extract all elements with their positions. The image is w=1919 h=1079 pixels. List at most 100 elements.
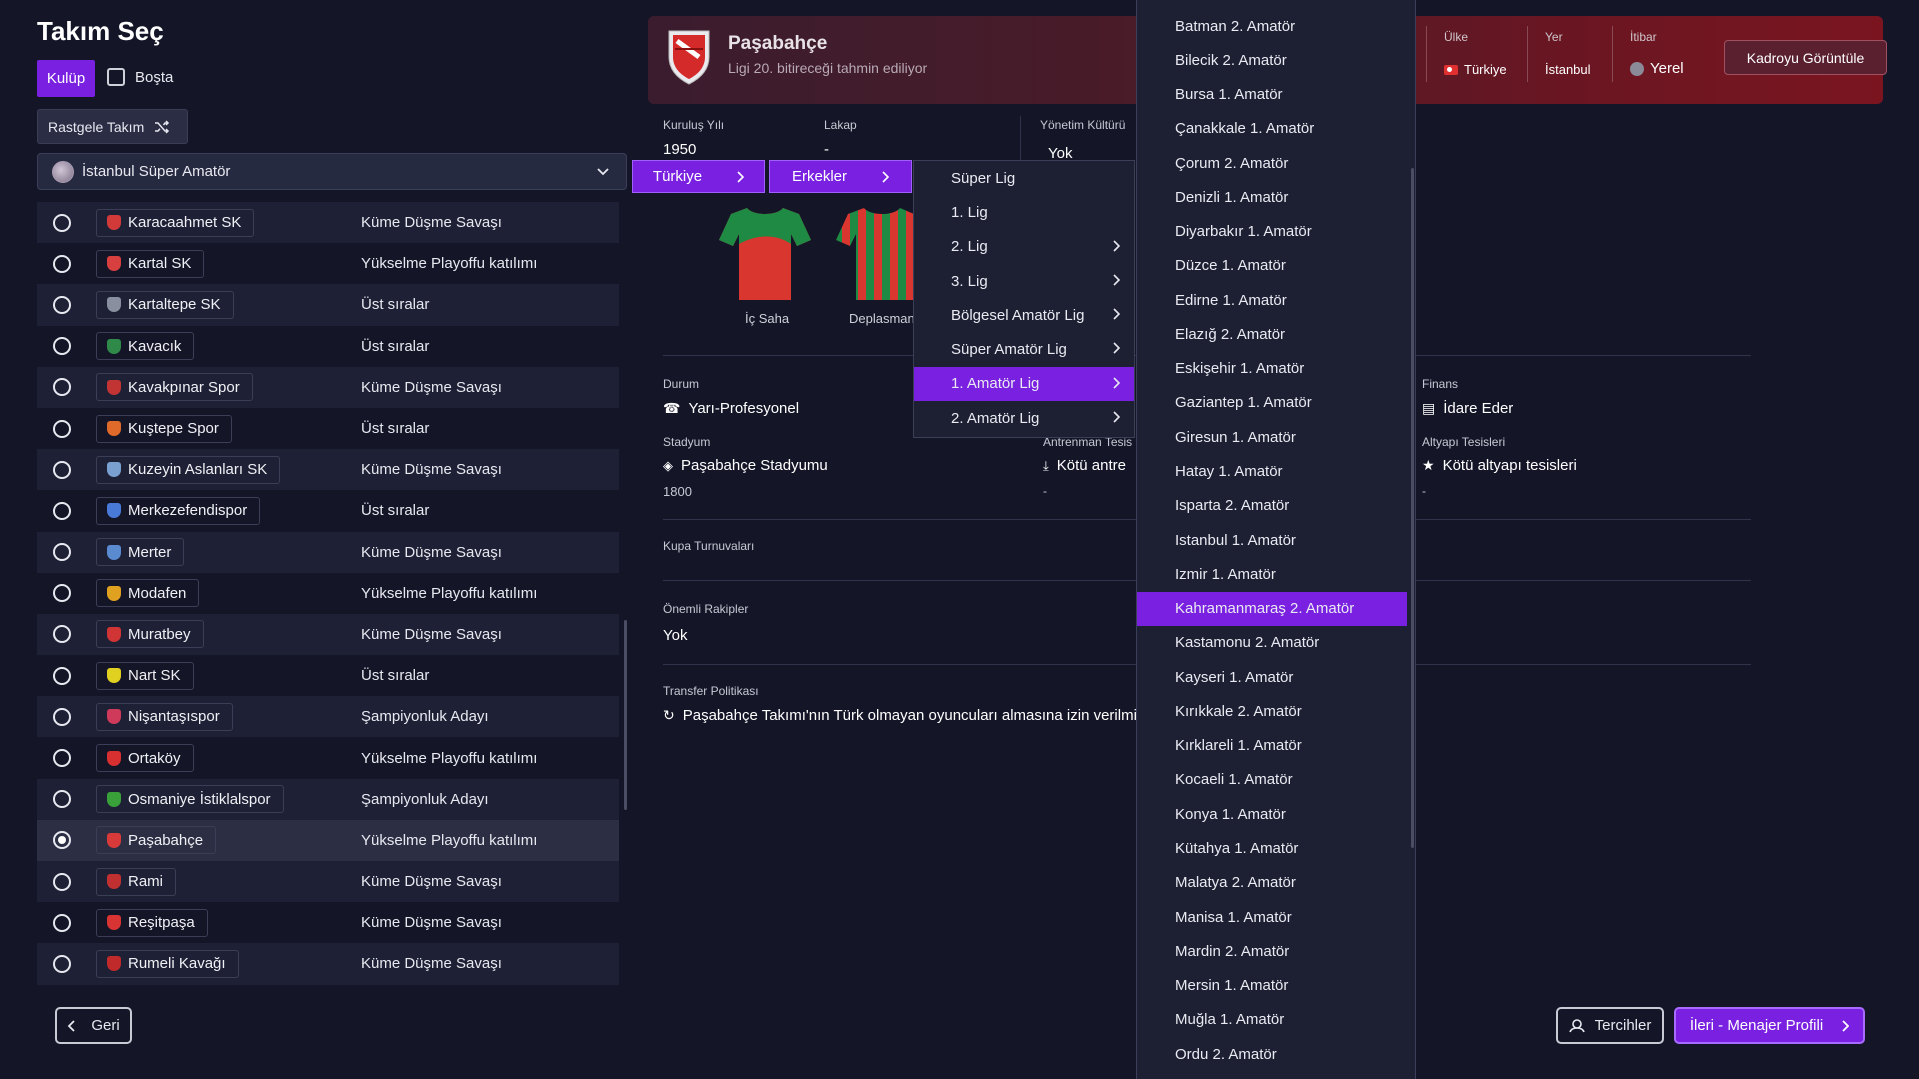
menu-item[interactable]: Bilecik 2. Amatör [1137, 43, 1407, 77]
menu-item[interactable]: Düzce 1. Amatör [1137, 249, 1407, 283]
radio-button[interactable] [53, 378, 71, 397]
menu-item[interactable]: Kastamonu 2. Amatör [1137, 626, 1407, 660]
menu-item[interactable]: 2. Amatör Lig [914, 401, 1134, 435]
menu-item[interactable]: Isparta 2. Amatör [1137, 489, 1407, 523]
menu-item[interactable]: Mersin 1. Amatör [1137, 969, 1407, 1003]
tab-club[interactable]: Kulüp [37, 60, 95, 97]
team-row[interactable]: Kavacık Üst sıralar [37, 326, 619, 367]
menu-item[interactable]: Izmir 1. Amatör [1137, 557, 1407, 591]
menu-item[interactable]: Çorum 2. Amatör [1137, 146, 1407, 180]
radio-button[interactable] [53, 790, 71, 809]
radio-button[interactable] [53, 831, 71, 850]
view-squad-button[interactable]: Kadroyu Görüntüle [1724, 40, 1887, 75]
team-row[interactable]: Reşitpaşa Küme Düşme Savaşı [37, 902, 619, 943]
team-name-chip[interactable]: Merkezefendispor [96, 496, 261, 525]
team-name-chip[interactable]: Nart SK [96, 661, 194, 690]
back-button[interactable]: Geri [55, 1007, 132, 1044]
gender-dropdown[interactable]: Erkekler [769, 160, 912, 193]
league-menu-scrollbar[interactable] [1411, 168, 1414, 848]
menu-item[interactable]: Hatay 1. Amatör [1137, 455, 1407, 489]
team-row[interactable]: Kartal SK Yükselme Playoffu katılımı [37, 243, 619, 284]
radio-button[interactable] [53, 213, 71, 232]
menu-item[interactable]: Konya 1. Amatör [1137, 797, 1407, 831]
radio-button[interactable] [53, 254, 71, 273]
menu-item[interactable]: Kütahya 1. Amatör [1137, 831, 1407, 865]
team-name-chip[interactable]: Muratbey [96, 620, 204, 649]
team-name-chip[interactable]: Nişantaşıspor [96, 702, 233, 731]
team-name-chip[interactable]: Kavacık [96, 332, 195, 361]
radio-button[interactable] [53, 749, 71, 768]
menu-item[interactable]: Eskişehir 1. Amatör [1137, 352, 1407, 386]
menu-item[interactable]: Muğla 1. Amatör [1137, 1003, 1407, 1037]
team-row[interactable]: Modafen Yükselme Playoffu katılımı [37, 573, 619, 614]
team-row[interactable]: Osmaniye İstiklalspor Şampiyonluk Adayı [37, 778, 619, 820]
team-name-chip[interactable]: Kartal SK [96, 249, 205, 278]
menu-item[interactable]: Istanbul 1. Amatör [1137, 523, 1407, 557]
team-name-chip[interactable]: Kuzeyin Aslanları SK [96, 455, 281, 484]
team-row[interactable]: Kartaltepe SK Üst sıralar [37, 284, 619, 326]
radio-button[interactable] [53, 954, 71, 973]
radio-button[interactable] [53, 460, 71, 479]
team-name-chip[interactable]: Kavakpınar Spor [96, 373, 253, 402]
team-row[interactable]: Merkezefendispor Üst sıralar [37, 490, 619, 531]
team-row[interactable]: Ortaköy Yükselme Playoffu katılımı [37, 737, 619, 778]
radio-button[interactable] [53, 584, 71, 603]
team-name-chip[interactable]: Reşitpaşa [96, 908, 208, 937]
menu-item[interactable]: Kırıkkale 2. Amatör [1137, 694, 1407, 728]
team-name-chip[interactable]: Merter [96, 538, 185, 567]
team-row[interactable]: Kuzeyin Aslanları SK Küme Düşme Savaşı [37, 449, 619, 491]
team-name-chip[interactable]: Karacaahmet SK [96, 208, 255, 237]
team-name-chip[interactable]: Modafen [96, 579, 200, 608]
radio-button[interactable] [53, 625, 71, 644]
menu-item[interactable]: 1. Lig [914, 195, 1134, 229]
menu-item[interactable]: Kahramanmaraş 2. Amatör [1137, 591, 1407, 626]
menu-item[interactable]: Çanakkale 1. Amatör [1137, 112, 1407, 146]
team-row[interactable]: Merter Küme Düşme Savaşı [37, 531, 619, 573]
menu-item[interactable]: 2. Lig [914, 230, 1134, 264]
menu-item[interactable]: Süper Lig [914, 161, 1134, 195]
menu-item[interactable]: Malatya 2. Amatör [1137, 866, 1407, 900]
random-team-button[interactable]: Rastgele Takım [37, 109, 188, 144]
preferences-button[interactable]: Tercihler [1556, 1007, 1664, 1044]
menu-item[interactable]: Edirne 1. Amatör [1137, 283, 1407, 317]
team-row[interactable]: Kuştepe Spor Üst sıralar [37, 408, 619, 449]
menu-item[interactable]: Giresun 1. Amatör [1137, 420, 1407, 454]
team-name-chip[interactable]: Kuştepe Spor [96, 414, 232, 443]
menu-item[interactable]: Diyarbakır 1. Amatör [1137, 215, 1407, 249]
team-list-scrollbar[interactable] [624, 620, 627, 810]
menu-item[interactable]: Kırklareli 1. Amatör [1137, 729, 1407, 763]
team-name-chip[interactable]: Rumeli Kavağı [96, 949, 239, 978]
team-name-chip[interactable]: Osmaniye İstiklalspor [96, 785, 284, 814]
menu-item[interactable]: Bursa 1. Amatör [1137, 78, 1407, 112]
menu-item[interactable]: Mardin 2. Amatör [1137, 934, 1407, 968]
menu-item[interactable]: Elazığ 2. Amatör [1137, 317, 1407, 351]
radio-button[interactable] [53, 666, 71, 685]
radio-button[interactable] [53, 295, 71, 314]
menu-item[interactable]: 1. Amatör Lig [914, 366, 1134, 402]
menu-item[interactable]: Kayseri 1. Amatör [1137, 660, 1407, 694]
menu-item[interactable]: Bölgesel Amatör Lig [914, 298, 1134, 332]
menu-item[interactable]: Denizli 1. Amatör [1137, 180, 1407, 214]
menu-item[interactable]: Kocaeli 1. Amatör [1137, 763, 1407, 797]
league-select[interactable]: İstanbul Süper Amatör [37, 153, 627, 190]
radio-button[interactable] [53, 707, 71, 726]
team-row[interactable]: Nart SK Üst sıralar [37, 655, 619, 696]
menu-item[interactable]: Ordu 2. Amatör [1137, 1037, 1407, 1071]
checkbox[interactable] [107, 68, 125, 86]
team-row[interactable]: Rumeli Kavağı Küme Düşme Savaşı [37, 943, 619, 985]
radio-button[interactable] [53, 543, 71, 562]
team-name-chip[interactable]: Paşabahçe [96, 826, 217, 855]
team-row[interactable]: Karacaahmet SK Küme Düşme Savaşı [37, 202, 619, 244]
country-dropdown[interactable]: Türkiye [632, 160, 765, 193]
radio-button[interactable] [53, 337, 71, 356]
radio-button[interactable] [53, 419, 71, 438]
team-name-chip[interactable]: Kartaltepe SK [96, 290, 234, 319]
team-row[interactable]: Nişantaşıspor Şampiyonluk Adayı [37, 696, 619, 738]
menu-item[interactable]: Gaziantep 1. Amatör [1137, 386, 1407, 420]
team-row[interactable]: Rami Küme Düşme Savaşı [37, 861, 619, 903]
menu-item[interactable]: 3. Lig [914, 264, 1134, 298]
team-row[interactable]: Kavakpınar Spor Küme Düşme Savaşı [37, 366, 619, 408]
team-row[interactable]: Muratbey Küme Düşme Savaşı [37, 613, 619, 656]
radio-button[interactable] [53, 872, 71, 891]
team-name-chip[interactable]: Ortaköy [96, 744, 194, 773]
